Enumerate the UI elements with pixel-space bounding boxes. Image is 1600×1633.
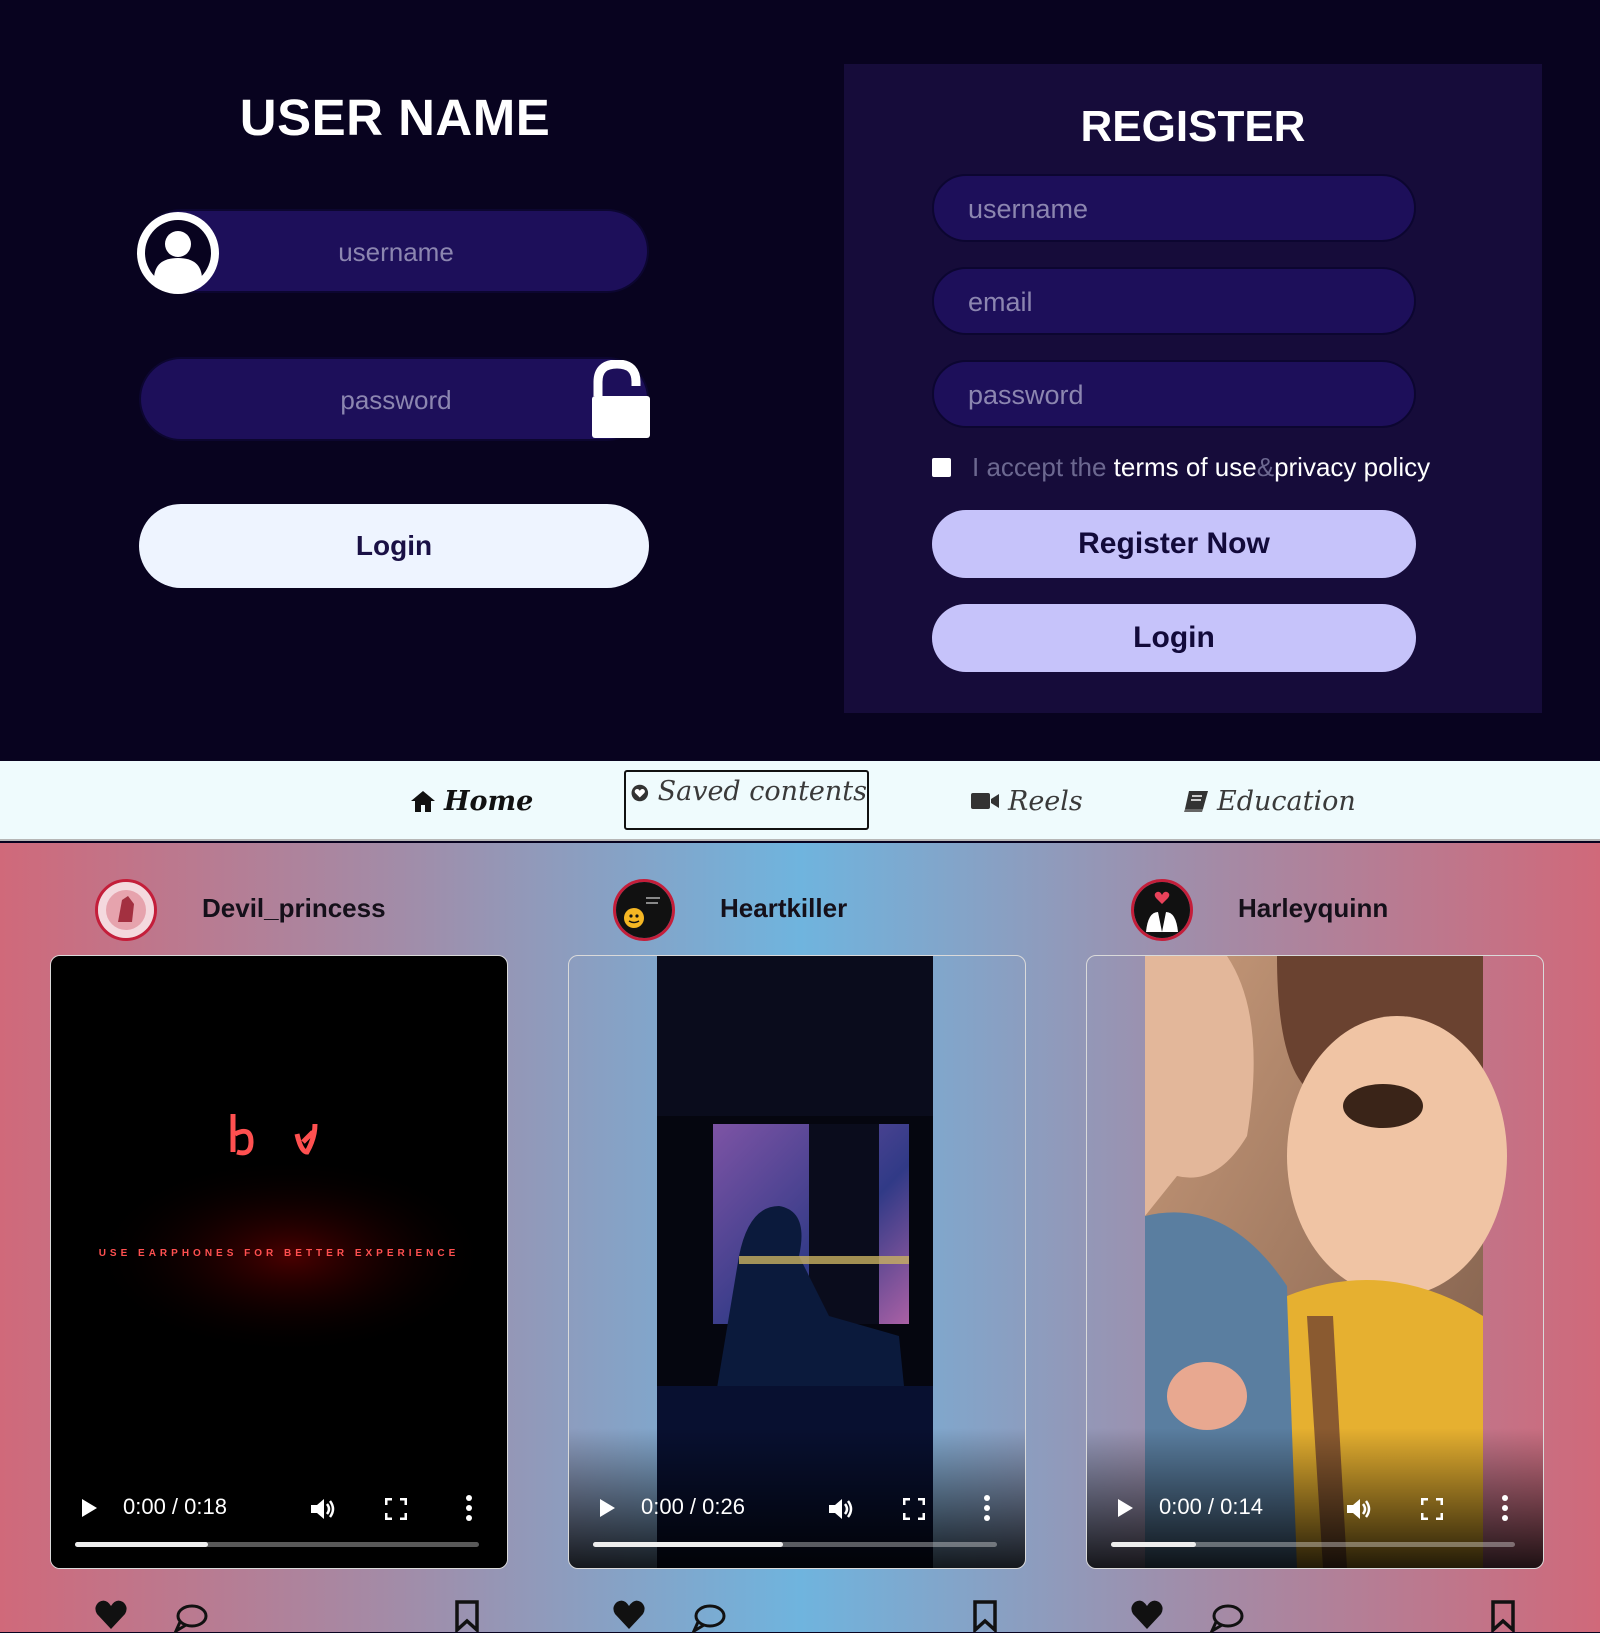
post-username[interactable]: Heartkiller [720, 893, 847, 924]
post-card: Heartkiller 0:00 / 0:26 [568, 843, 1028, 1633]
heart-circle-icon [631, 784, 649, 802]
login-password-input[interactable]: password [139, 357, 649, 441]
post-username[interactable]: Harleyquinn [1238, 893, 1388, 924]
nav-education[interactable]: Education [1183, 775, 1356, 827]
fullscreen-icon[interactable] [1421, 1498, 1443, 1520]
video-time: 0:00 / 0:18 [123, 1494, 227, 1519]
heart-icon[interactable] [1130, 1598, 1164, 1632]
video-player[interactable]: 0:00 / 0:26 [568, 955, 1026, 1569]
login-button[interactable]: Login [139, 504, 649, 588]
terms-prefix: I accept the [972, 452, 1114, 482]
register-panel: REGISTER username email password I accep… [844, 64, 1542, 713]
more-options-icon[interactable] [983, 1494, 991, 1522]
register-username-input[interactable]: username [932, 174, 1416, 242]
video-overlay-text: USE EARPHONES FOR BETTER EXPERIENCE [98, 1248, 460, 1259]
post-avatar[interactable] [1131, 879, 1193, 941]
video-progress-fill [1111, 1542, 1196, 1547]
nav-bar: Home Saved contents Reels Education [0, 761, 1600, 841]
heart-icon[interactable] [612, 1598, 646, 1632]
video-camera-icon [971, 793, 999, 809]
volume-icon[interactable] [308, 1495, 336, 1523]
volume-icon[interactable] [1344, 1495, 1372, 1523]
register-username-placeholder: username [968, 194, 1089, 224]
play-icon[interactable] [597, 1498, 617, 1518]
video-progress-bar[interactable] [593, 1542, 997, 1547]
nav-education-label: Education [1217, 785, 1356, 817]
video-progress-bar[interactable] [1111, 1542, 1515, 1547]
nav-home[interactable]: Home [410, 775, 533, 827]
video-controls: 0:00 / 0:18 [51, 1428, 507, 1568]
video-time: 0:00 / 0:14 [1159, 1494, 1263, 1519]
home-icon [411, 791, 435, 812]
fullscreen-icon[interactable] [903, 1498, 925, 1520]
video-progress-fill [593, 1542, 783, 1547]
register-login-button[interactable]: Login [932, 604, 1416, 672]
play-icon[interactable] [79, 1498, 99, 1518]
video-progress-fill [75, 1542, 209, 1547]
heart-icon[interactable] [94, 1598, 128, 1632]
post-card: Devil_princess USE EARPHONES FOR BETTER … [50, 843, 510, 1633]
volume-icon[interactable] [826, 1495, 854, 1523]
fullscreen-icon[interactable] [385, 1498, 407, 1520]
comment-icon[interactable] [1210, 1603, 1244, 1633]
unlock-icon[interactable] [590, 359, 652, 440]
register-title: REGISTER [1080, 102, 1306, 151]
video-player[interactable]: USE EARPHONES FOR BETTER EXPERIENCE 0:00… [50, 955, 508, 1569]
login-password-placeholder: password [340, 385, 452, 415]
comment-icon[interactable] [174, 1603, 208, 1633]
nav-reels[interactable]: Reels [970, 775, 1083, 827]
post-avatar[interactable] [95, 879, 157, 941]
nav-reels-label: Reels [1008, 785, 1083, 817]
book-icon [1184, 791, 1208, 812]
register-email-input[interactable]: email [932, 267, 1416, 335]
post-avatar[interactable] [613, 879, 675, 941]
reels-feed: Devil_princess USE EARPHONES FOR BETTER … [0, 843, 1600, 1633]
register-now-button[interactable]: Register Now [932, 510, 1416, 578]
nav-saved-label: Saved contents [657, 776, 867, 807]
privacy-policy-link[interactable]: privacy policy [1274, 452, 1430, 482]
more-options-icon[interactable] [465, 1494, 473, 1522]
video-player[interactable]: 0:00 / 0:14 [1086, 955, 1544, 1569]
terms-text: I accept the terms of use&privacy policy [972, 452, 1430, 483]
video-progress-bar[interactable] [75, 1542, 479, 1547]
post-username[interactable]: Devil_princess [202, 893, 386, 924]
video-time: 0:00 / 0:26 [641, 1494, 745, 1519]
register-password-input[interactable]: password [932, 360, 1416, 428]
terms-checkbox[interactable] [932, 458, 951, 477]
nav-home-label: Home [444, 785, 534, 817]
terms-amp: & [1256, 452, 1275, 482]
more-options-icon[interactable] [1501, 1494, 1509, 1522]
post-card: Harleyquinn 0:00 / 0:14 [1086, 843, 1546, 1633]
bookmark-icon[interactable] [1490, 1600, 1516, 1632]
comment-icon[interactable] [692, 1603, 726, 1633]
bookmark-icon[interactable] [454, 1600, 480, 1632]
register-password-placeholder: password [968, 380, 1084, 410]
bookmark-icon[interactable] [972, 1600, 998, 1632]
nav-saved-contents[interactable]: Saved contents [624, 770, 869, 830]
play-icon[interactable] [1115, 1498, 1135, 1518]
video-controls: 0:00 / 0:26 [569, 1428, 1025, 1568]
terms-of-use-link[interactable]: terms of use [1114, 452, 1257, 482]
auth-section: USER NAME username password Login REGIST… [0, 0, 1600, 761]
register-email-placeholder: email [968, 287, 1033, 317]
user-icon [137, 212, 219, 294]
video-controls: 0:00 / 0:14 [1087, 1428, 1543, 1568]
login-title: USER NAME [239, 89, 551, 146]
